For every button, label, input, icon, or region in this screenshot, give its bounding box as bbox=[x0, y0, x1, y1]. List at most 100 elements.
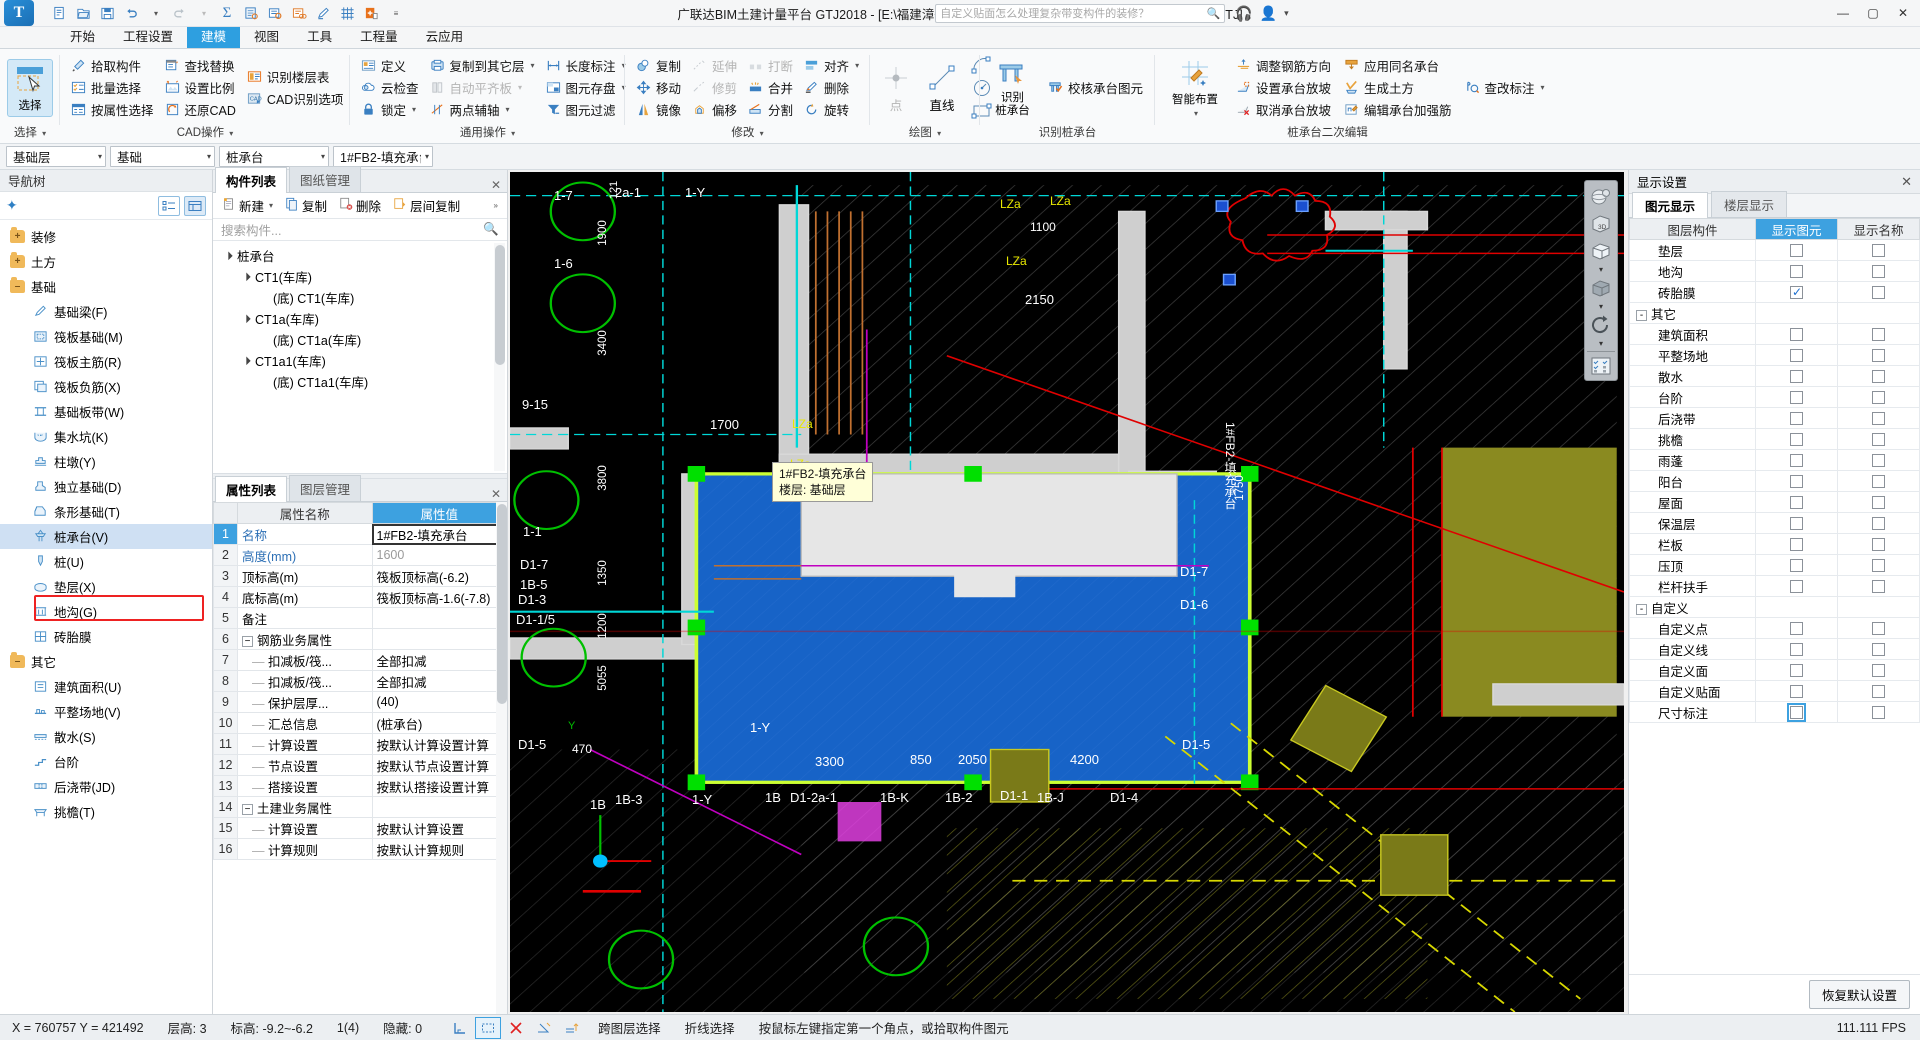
close-button[interactable]: ✕ bbox=[1888, 1, 1918, 26]
nav-item-筏板主筋r[interactable]: 筏板主筋(R) bbox=[0, 349, 212, 374]
property-row[interactable]: 1 名称 1#FB2-填充承台 bbox=[213, 523, 507, 545]
show-name-checkbox[interactable] bbox=[1872, 391, 1885, 405]
collapse-icon[interactable]: − bbox=[242, 803, 253, 815]
show-element-checkbox[interactable] bbox=[1790, 664, 1803, 678]
show-name-checkbox-cell[interactable] bbox=[1837, 680, 1920, 702]
copy-component-button[interactable]: 复制 bbox=[280, 194, 332, 217]
nav-item-基础[interactable]: – 基础 bbox=[0, 274, 212, 299]
property-table-scrollbar[interactable] bbox=[496, 502, 507, 1014]
property-value-cell[interactable]: 1600 bbox=[371, 544, 507, 566]
new-component-button[interactable]: 新建 ▾ bbox=[217, 194, 278, 217]
nav-item-散水s[interactable]: 散水(S) bbox=[0, 724, 212, 749]
show-name-checkbox-cell[interactable] bbox=[1837, 428, 1920, 450]
pick-component-button[interactable]: 拾取构件 bbox=[67, 55, 159, 76]
extend-button[interactable]: 延伸 bbox=[688, 55, 742, 76]
collapse-icon[interactable]: − bbox=[242, 635, 253, 647]
close-property-pane-icon[interactable]: ✕ bbox=[491, 487, 507, 501]
nav-item-挑檐t[interactable]: 挑檐(T) bbox=[0, 799, 212, 824]
copy-button[interactable]: 复制 bbox=[632, 55, 686, 76]
redo-icon[interactable] bbox=[168, 3, 190, 24]
smart-layout-button[interactable]: 智能布置 ▾ bbox=[1162, 54, 1228, 121]
nav-item-地沟g[interactable]: 地沟(G) bbox=[0, 599, 212, 624]
tab-drawing-manage[interactable]: 图纸管理 bbox=[289, 166, 362, 192]
chevron-down-icon[interactable]: ◢ bbox=[239, 312, 252, 325]
nav-item-柱墩y[interactable]: 柱墩(Y) bbox=[0, 449, 212, 474]
nav-item-土方[interactable]: + 土方 bbox=[0, 249, 212, 274]
show-element-checkbox[interactable] bbox=[1790, 475, 1803, 489]
show-element-checkbox[interactable] bbox=[1790, 496, 1803, 510]
close-icon[interactable]: ✕ bbox=[1901, 174, 1912, 190]
check-pilecap-button[interactable]: 校核承台图元 bbox=[1044, 77, 1148, 98]
tab-view[interactable]: 视图 bbox=[240, 24, 293, 48]
show-element-checkbox[interactable] bbox=[1787, 703, 1806, 723]
show-element-checkbox-cell[interactable] bbox=[1755, 533, 1838, 555]
property-row[interactable]: 8— 扣减板/筏... 全部扣减 bbox=[213, 670, 507, 692]
property-row[interactable]: 14− 土建业务属性 bbox=[213, 796, 507, 818]
show-name-checkbox-cell[interactable] bbox=[1837, 407, 1920, 429]
headset-icon[interactable]: 🎧 bbox=[1235, 5, 1252, 22]
draw-point-button[interactable]: 点 bbox=[877, 59, 915, 116]
mirror-button[interactable]: 镜像 bbox=[632, 99, 686, 120]
show-name-checkbox-cell[interactable] bbox=[1837, 554, 1920, 576]
component-name-selector[interactable]: 1#FB2-填充承台 ▾ bbox=[333, 146, 433, 167]
show-element-checkbox-cell[interactable] bbox=[1755, 575, 1838, 597]
show-name-checkbox[interactable] bbox=[1872, 475, 1885, 489]
show-element-checkbox[interactable] bbox=[1790, 391, 1803, 405]
show-element-checkbox-cell[interactable] bbox=[1755, 386, 1838, 408]
angle-icon[interactable] bbox=[531, 1017, 557, 1039]
show-name-checkbox-cell[interactable] bbox=[1837, 659, 1920, 681]
offset-button[interactable]: 偏移 bbox=[688, 99, 742, 120]
more-caret[interactable]: ≡ bbox=[384, 3, 406, 24]
add-doc-icon[interactable] bbox=[360, 3, 382, 24]
cancel-slope-button[interactable]: 取消承台放坡 bbox=[1232, 99, 1336, 120]
undo-icon[interactable] bbox=[120, 3, 142, 24]
smart-layout-caret[interactable]: ▾ bbox=[1194, 109, 1198, 118]
show-name-checkbox[interactable] bbox=[1872, 349, 1885, 363]
component-search-input[interactable]: 搜索构件... 🔍 bbox=[213, 219, 507, 241]
property-row[interactable]: 10— 汇总信息 (桩承台) bbox=[213, 712, 507, 734]
property-value-cell[interactable]: 全部扣减 bbox=[371, 670, 507, 692]
show-element-checkbox[interactable] bbox=[1790, 433, 1803, 447]
tab-component-list[interactable]: 构件列表 bbox=[215, 167, 288, 193]
pen-icon[interactable] bbox=[312, 3, 334, 24]
property-value-cell[interactable] bbox=[371, 628, 507, 650]
scrollbar-thumb[interactable] bbox=[497, 504, 507, 704]
maximize-button[interactable]: ▢ bbox=[1858, 1, 1888, 26]
component-tree-node[interactable]: (底) CT1a(车库) bbox=[213, 329, 507, 350]
break-button[interactable]: 打断 bbox=[744, 55, 798, 76]
show-name-checkbox-cell[interactable] bbox=[1837, 617, 1920, 639]
polyline-select[interactable]: 折线选择 bbox=[673, 1018, 747, 1037]
show-element-checkbox-cell[interactable] bbox=[1755, 365, 1838, 387]
show-element-checkbox[interactable] bbox=[1790, 244, 1803, 258]
nav-item-基础梁f[interactable]: 基础梁(F) bbox=[0, 299, 212, 324]
show-name-checkbox-cell[interactable] bbox=[1837, 638, 1920, 660]
property-value-cell[interactable]: 按默认计算设置计算 bbox=[371, 733, 507, 755]
recognize-floor-table-button[interactable]: 识别楼层表 bbox=[243, 66, 348, 87]
property-row[interactable]: 11— 计算设置 按默认计算设置计算 bbox=[213, 733, 507, 755]
show-element-checkbox[interactable] bbox=[1790, 643, 1803, 657]
show-name-checkbox-cell[interactable] bbox=[1837, 449, 1920, 471]
search-icon[interactable]: 🔍 bbox=[483, 222, 499, 237]
nav-item-装修[interactable]: + 装修 bbox=[0, 224, 212, 249]
show-element-checkbox[interactable] bbox=[1790, 580, 1803, 594]
show-name-checkbox[interactable] bbox=[1872, 517, 1885, 531]
show-element-checkbox-cell[interactable] bbox=[1755, 260, 1838, 282]
component-tree-node[interactable]: (底) CT1a1(车库) bbox=[213, 371, 507, 392]
filter-element-button[interactable]: 图元过滤 bbox=[542, 99, 631, 120]
property-value-cell[interactable]: 按默认计算规则 bbox=[371, 838, 507, 860]
tab-cloud-apps[interactable]: 云应用 bbox=[412, 24, 478, 48]
check-icon[interactable] bbox=[288, 3, 310, 24]
close-component-pane-icon[interactable]: ✕ bbox=[491, 178, 507, 192]
apply-same-pilecap-button[interactable]: 应用同名承台 bbox=[1340, 55, 1457, 76]
tab-start[interactable]: 开始 bbox=[56, 24, 109, 48]
delete-button[interactable]: 删除 bbox=[800, 77, 864, 98]
sum-icon[interactable]: Σ bbox=[216, 3, 238, 24]
show-element-checkbox-cell[interactable] bbox=[1755, 239, 1838, 261]
move-button[interactable]: 移动 bbox=[632, 77, 686, 98]
stack-icon[interactable] bbox=[559, 1017, 585, 1039]
save-icon[interactable] bbox=[96, 3, 118, 24]
show-name-checkbox-cell[interactable] bbox=[1837, 386, 1920, 408]
show-name-checkbox-cell[interactable] bbox=[1837, 533, 1920, 555]
show-element-checkbox-cell[interactable] bbox=[1755, 554, 1838, 576]
show-element-checkbox-cell[interactable] bbox=[1755, 470, 1838, 492]
